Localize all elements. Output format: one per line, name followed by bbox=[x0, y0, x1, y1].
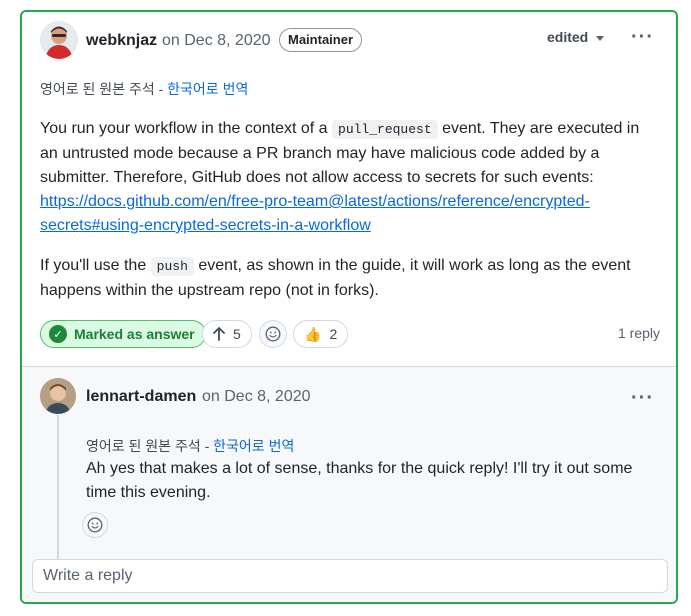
reply-text: Ah yes that makes a lot of sense, thanks… bbox=[86, 460, 633, 501]
thread-line bbox=[57, 415, 59, 561]
comment-date[interactable]: on Dec 8, 2020 bbox=[162, 32, 271, 50]
arrow-up-icon bbox=[213, 327, 225, 341]
check-icon: ✓ bbox=[49, 325, 67, 343]
marked-as-answer-badge[interactable]: ✓ Marked as answer bbox=[40, 320, 206, 348]
add-reaction-button[interactable] bbox=[259, 320, 287, 348]
reply-input[interactable] bbox=[32, 559, 668, 593]
reply-original-language-note: 영어로 된 원본 주석 - 한국어로 번역 bbox=[86, 436, 294, 456]
comment-paragraph-2: If you'll use the push event, as shown i… bbox=[40, 254, 660, 303]
upvote-count: 5 bbox=[233, 326, 241, 342]
reply-date[interactable]: on Dec 8, 2020 bbox=[202, 388, 311, 406]
original-note-text: 영어로 된 원본 주석 bbox=[40, 81, 155, 97]
kebab-icon[interactable]: ··· bbox=[631, 388, 654, 408]
smiley-icon bbox=[265, 326, 281, 342]
edited-dropdown[interactable]: edited bbox=[547, 29, 588, 45]
comment-paragraph-1: You run your workflow in the context of … bbox=[40, 117, 660, 238]
inline-code: push bbox=[150, 257, 194, 276]
original-note-separator: - bbox=[200, 438, 214, 454]
original-language-note: 영어로 된 원본 주석 - 한국어로 번역 bbox=[40, 79, 248, 99]
paragraph-text: You run your workflow in the context of … bbox=[40, 120, 333, 137]
thumbs-up-icon: 👍 bbox=[304, 325, 322, 342]
comment-author[interactable]: webknjaz bbox=[86, 32, 157, 50]
maintainer-badge: Maintainer bbox=[279, 28, 363, 52]
add-reaction-button[interactable] bbox=[82, 512, 108, 538]
discussion-comment-card: webknjaz on Dec 8, 2020 Maintainer edite… bbox=[20, 10, 678, 604]
upvote-button[interactable]: 5 bbox=[202, 320, 252, 348]
kebab-icon[interactable]: ··· bbox=[631, 27, 654, 47]
reply-count[interactable]: 1 reply bbox=[618, 325, 660, 341]
inline-code: pull_request bbox=[332, 120, 438, 139]
paragraph-text: If you'll use the bbox=[40, 257, 151, 274]
avatar-webknjaz[interactable] bbox=[40, 21, 78, 59]
avatar-lennart[interactable] bbox=[40, 378, 76, 414]
answer-label: Marked as answer bbox=[74, 326, 195, 342]
thumbs-up-reaction[interactable]: 👍 2 bbox=[293, 320, 349, 348]
translate-link[interactable]: 한국어로 번역 bbox=[167, 81, 248, 97]
chevron-down-icon[interactable] bbox=[596, 36, 604, 41]
original-note-text: 영어로 된 원본 주석 bbox=[86, 438, 201, 454]
smiley-icon bbox=[87, 517, 103, 533]
docs-link[interactable]: https://docs.github.com/en/free-pro-team… bbox=[40, 193, 590, 234]
translate-link[interactable]: 한국어로 번역 bbox=[213, 438, 294, 454]
thumbs-up-count: 2 bbox=[329, 326, 338, 342]
original-note-separator: - bbox=[154, 81, 168, 97]
reply-author[interactable]: lennart-damen bbox=[86, 388, 196, 406]
